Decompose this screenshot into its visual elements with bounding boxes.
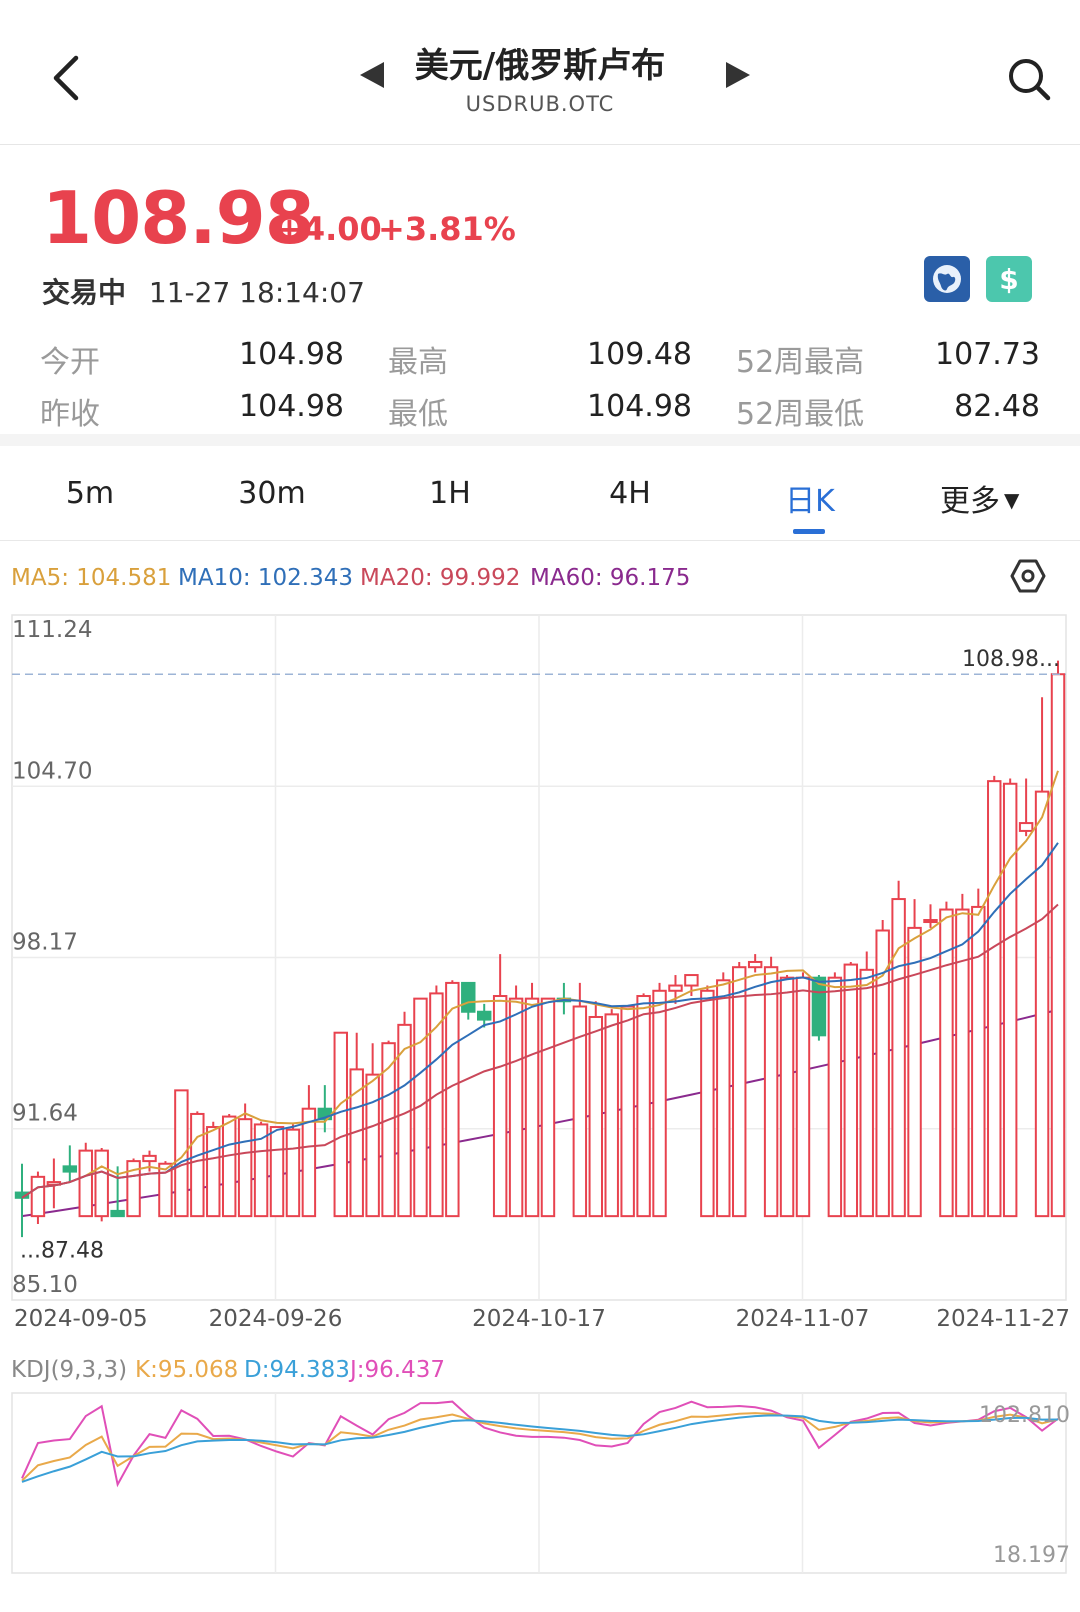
candle-body: [30, 1175, 46, 1218]
candle-body: [142, 1154, 157, 1163]
candle-body: [508, 997, 524, 1218]
candle-body: [700, 989, 715, 1218]
candle-body: [190, 1112, 205, 1218]
candle-body: [301, 1107, 317, 1218]
y-axis-label: 85.10: [12, 1272, 78, 1298]
candle-body: [94, 1149, 109, 1218]
candle-body: [221, 1115, 237, 1218]
candles-group: [14, 660, 1066, 1238]
candle-body: [684, 974, 699, 987]
candle-body: [987, 780, 1002, 1218]
candle-body: [652, 989, 667, 1218]
x-axis-label: 2024-11-27: [936, 1306, 1070, 1332]
candle-body: [827, 976, 843, 1218]
candle-body: [923, 919, 938, 924]
candle-body: [110, 1209, 125, 1218]
y-axis-label: 111.24: [12, 617, 92, 643]
candle-body: [461, 981, 476, 1013]
candle-body: [524, 997, 540, 1218]
x-axis-label: 2024-09-05: [14, 1306, 148, 1332]
kdj-axis-bottom: 18.197: [993, 1543, 1070, 1568]
kline-chart[interactable]: 108.98... ...87.48 111.24 104.70 98.17 91.6…: [0, 0, 1080, 1612]
candle-body: [492, 995, 508, 1218]
candle-body: [1034, 790, 1050, 1218]
candle-body: [732, 966, 747, 1218]
candle-body: [939, 908, 954, 1218]
kdj-j-line: [21, 1400, 1059, 1488]
candle-body: [285, 1128, 301, 1218]
kdj-chart: [21, 1400, 1059, 1488]
candle-body: [636, 995, 651, 1218]
last-price-label: 108.98...: [962, 647, 1060, 672]
candle-body: [1002, 782, 1018, 1218]
candle-body: [668, 984, 683, 992]
candle-body: [620, 1005, 635, 1218]
kdj-d-line: [21, 1414, 1059, 1483]
candle-body: [1050, 673, 1066, 1218]
candle-body: [747, 960, 763, 969]
candle-body: [843, 963, 859, 1218]
candle-body: [476, 1010, 492, 1021]
candle-body: [1018, 822, 1034, 832]
candle-body: [269, 1126, 285, 1218]
candle-body: [237, 1118, 253, 1218]
candle-body: [716, 979, 731, 1218]
candle-body: [540, 997, 556, 1218]
candle-body: [907, 926, 922, 1218]
candle-body: [859, 968, 874, 1218]
candle-body: [779, 976, 795, 1218]
kdj-name: KDJ(9,3,3): [11, 1357, 127, 1383]
candle-body: [763, 966, 779, 1218]
kdj-j-value: J:96.437: [348, 1357, 445, 1383]
candle-body: [381, 1042, 396, 1218]
candle-body: [206, 1126, 221, 1218]
candle-body: [955, 908, 970, 1218]
x-axis-label: 2024-09-26: [209, 1306, 343, 1332]
candle-body: [795, 976, 811, 1218]
kdj-k-value: K:95.068: [135, 1357, 238, 1383]
y-axis-label: 104.70: [12, 758, 92, 784]
kdj-axis-top: 102.810: [979, 1403, 1070, 1428]
candle-body: [62, 1165, 78, 1173]
kdj-d-value: D:94.383: [244, 1357, 350, 1383]
candle-body: [588, 1015, 604, 1218]
candle-body: [333, 1031, 348, 1218]
y-axis-label: 91.64: [12, 1101, 78, 1127]
y-axis-label: 98.17: [12, 930, 78, 956]
min-price-label: ...87.48: [20, 1239, 104, 1264]
x-axis-label: 2024-11-07: [736, 1306, 870, 1332]
candle-body: [365, 1073, 380, 1218]
candle-body: [604, 1013, 619, 1218]
x-axis-label: 2024-10-17: [472, 1306, 606, 1332]
candle-body: [445, 981, 460, 1218]
candle-body: [811, 976, 827, 1037]
candle-body: [78, 1149, 93, 1218]
